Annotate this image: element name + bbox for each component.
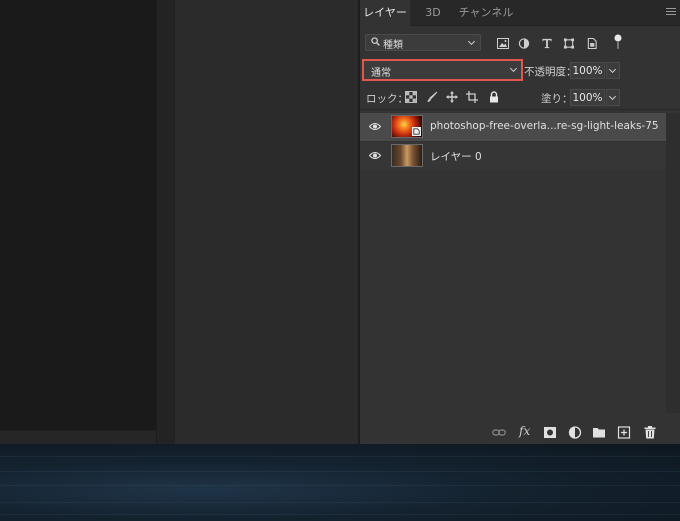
visibility-eye-icon[interactable]: [369, 151, 381, 160]
filter-kind-select[interactable]: 種類: [365, 34, 481, 51]
fx-label: fx: [519, 424, 531, 438]
tab-3d[interactable]: 3D: [420, 0, 446, 26]
smart-object-filter-icon[interactable]: [586, 38, 598, 49]
type-filter-icon[interactable]: [541, 38, 553, 49]
blend-opacity-row: 通常 不透明度： 100%: [360, 58, 680, 84]
collapsed-panel-area: [174, 0, 359, 444]
new-layer-icon[interactable]: [617, 426, 631, 439]
layer-thumbnail-photo: [391, 144, 423, 167]
add-mask-icon[interactable]: [543, 426, 557, 439]
panel-menu-icon[interactable]: [666, 8, 676, 17]
layer-thumbnail-overlay: [391, 115, 423, 138]
layers-panel: レイヤー 3D チャンネル 種類 通常 不透明度： 100% ロック： 塗り： …: [360, 0, 680, 444]
lock-transparent-pixels-icon[interactable]: [405, 91, 417, 103]
layer-name: レイヤー 0: [430, 151, 482, 163]
lock-artboard-icon[interactable]: [466, 91, 478, 103]
fill-input[interactable]: 100%: [570, 89, 605, 106]
layers-footer-toolbar: fx: [360, 421, 680, 444]
image-filter-icon[interactable]: [497, 38, 509, 49]
delete-icon[interactable]: [643, 426, 657, 439]
lock-all-icon[interactable]: [488, 91, 500, 103]
chevron-down-icon: [467, 37, 476, 46]
lock-fill-row: ロック： 塗り： 100%: [360, 86, 680, 110]
adjustment-filter-icon[interactable]: [518, 38, 530, 49]
filter-kind-label: 種類: [383, 40, 403, 51]
fill-label: 塗り：: [541, 93, 573, 105]
panel-tab-bar: レイヤー 3D チャンネル: [360, 0, 680, 27]
chevron-down-icon: [608, 92, 617, 101]
opacity-label: 不透明度：: [524, 66, 577, 78]
link-layers-icon[interactable]: [492, 426, 506, 439]
chevron-down-icon: [608, 65, 617, 74]
search-icon: [371, 37, 380, 46]
fill-dropdown-button[interactable]: [606, 89, 620, 106]
lock-position-icon[interactable]: [446, 91, 458, 103]
layer-filter-row: 種類: [360, 28, 680, 56]
adjustment-layer-icon[interactable]: [568, 426, 582, 439]
canvas-horizontal-scrollbar[interactable]: [0, 430, 156, 444]
blend-mode-select[interactable]: 通常: [362, 59, 523, 81]
background-water-image: [0, 444, 680, 521]
tab-layers[interactable]: レイヤー: [360, 0, 410, 27]
blend-mode-value: 通常: [371, 68, 391, 79]
chevron-down-icon: [509, 64, 518, 73]
opacity-input[interactable]: 100%: [570, 62, 605, 79]
opacity-dropdown-button[interactable]: [606, 62, 620, 79]
layer-name: photoshop-free-overla...re-sg-light-leak…: [430, 120, 659, 132]
layer-row-background[interactable]: レイヤー 0: [360, 142, 666, 170]
filter-toggle-icon[interactable]: [614, 34, 622, 50]
visibility-eye-icon[interactable]: [369, 122, 381, 131]
panel-gutter: [156, 0, 174, 444]
lock-image-pixels-icon[interactable]: [426, 91, 438, 103]
layers-scrollbar[interactable]: [666, 113, 680, 413]
tab-channels[interactable]: チャンネル: [456, 0, 516, 26]
smart-object-badge-icon: [412, 127, 421, 136]
layer-row-overlay[interactable]: photoshop-free-overla...re-sg-light-leak…: [360, 113, 666, 141]
lock-label: ロック：: [366, 93, 408, 105]
shape-filter-icon[interactable]: [563, 38, 575, 49]
canvas-area[interactable]: [0, 0, 156, 430]
new-group-icon[interactable]: [592, 426, 606, 439]
fx-icon[interactable]: fx: [519, 424, 533, 439]
